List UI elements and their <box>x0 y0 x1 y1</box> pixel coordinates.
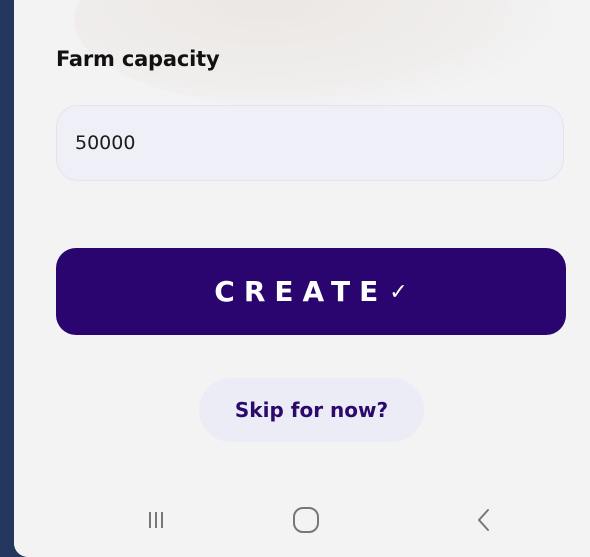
system-navigation-bar <box>14 485 590 557</box>
home-icon <box>293 507 319 533</box>
checkmark-icon: ✓ <box>389 280 408 305</box>
recent-apps-icon <box>149 512 163 528</box>
recent-apps-button[interactable] <box>126 495 186 545</box>
back-button[interactable] <box>454 495 514 545</box>
app-screen: Farm capacity CREATE ✓ Skip for now? <box>14 0 590 557</box>
back-icon <box>478 509 489 531</box>
skip-for-now-label: Skip for now? <box>234 398 389 422</box>
farm-capacity-label: Farm capacity <box>56 47 220 71</box>
create-button[interactable]: CREATE ✓ <box>56 248 566 335</box>
create-button-label: CREATE <box>214 275 388 308</box>
skip-for-now-button[interactable]: Skip for now? <box>199 378 424 442</box>
farm-capacity-input[interactable] <box>56 105 564 181</box>
home-button[interactable] <box>276 495 336 545</box>
